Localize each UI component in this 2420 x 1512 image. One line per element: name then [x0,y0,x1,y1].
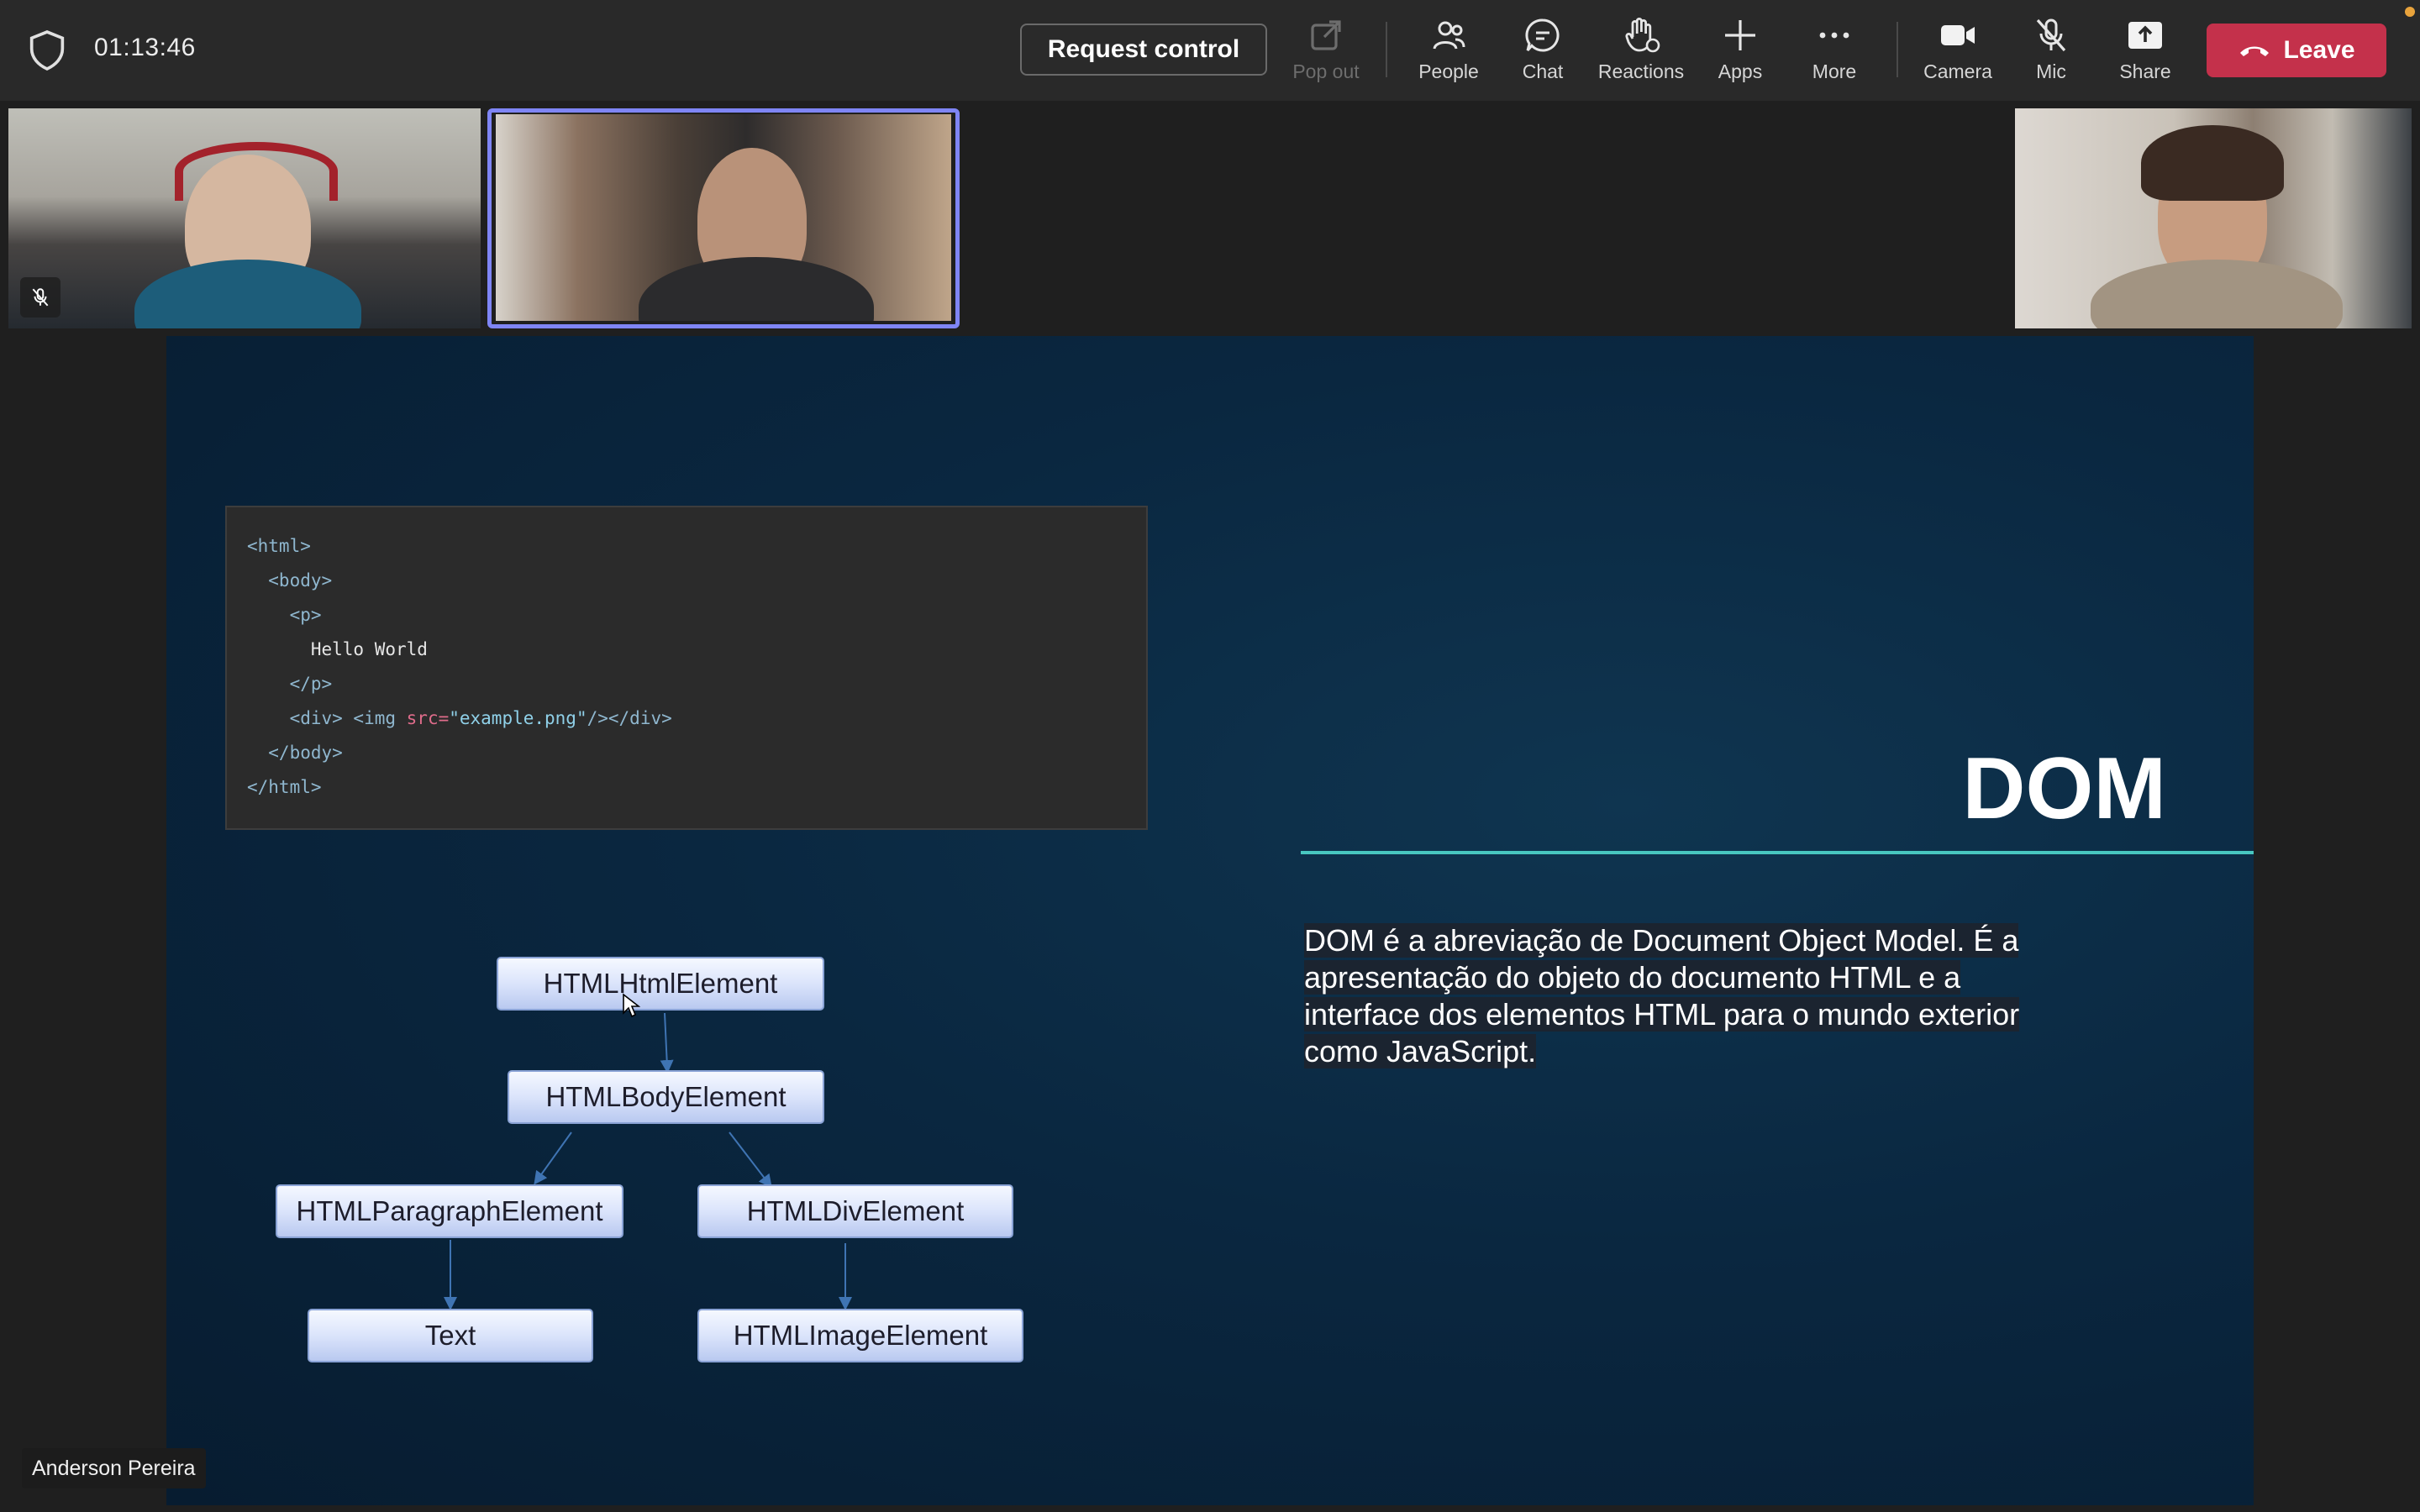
mic-off-icon [20,277,60,318]
shield-icon[interactable] [29,30,66,71]
slide-description-text: DOM é a abreviação de Document Object Mo… [1304,923,2020,1068]
tree-node-div: HTMLDivElement [697,1184,1013,1238]
popout-button[interactable]: Pop out [1280,15,1372,92]
participant-hair [2141,125,2284,201]
apps-button[interactable]: Apps [1694,15,1786,92]
shared-slide: <html> <body> <p> Hello World </p> <div>… [166,336,2254,1505]
popout-icon [1311,20,1341,50]
share-label: Share [2119,60,2171,82]
popout-label: Pop out [1292,60,1360,82]
edge-body-paragraph [534,1131,572,1185]
participant-shirt [2091,260,2343,328]
tree-node-html: HTMLHtmlElement [497,957,824,1011]
presenter-name-tag: Anderson Pereira [22,1448,206,1488]
slide-title: DOM [1962,740,2166,837]
slide-description: DOM é a abreviação de Document Object Mo… [1304,922,2060,1070]
meeting-toolbar: 01:13:46 Request control Pop out People … [0,0,2420,101]
recording-indicator [2405,7,2415,17]
participant-video[interactable] [8,108,481,328]
headphones-icon [175,142,338,201]
reactions-label: Reactions [1597,60,1685,82]
apps-label: Apps [1718,60,1763,82]
toolbar-divider [1386,22,1387,77]
reactions-button[interactable]: Reactions [1595,15,1687,92]
people-icon [1433,21,1465,50]
chat-icon [1525,18,1560,52]
hang-up-icon [2240,46,2270,56]
meeting-timer: 01:13:46 [94,34,196,61]
leave-label: Leave [2283,36,2355,64]
title-underline [1301,851,2254,854]
raise-hand-icon [1625,18,1660,53]
more-label: More [1812,60,1857,82]
share-icon [2128,22,2162,49]
active-speaker-frame [487,108,960,328]
mouse-cursor-icon [623,993,640,1018]
tree-node-paragraph: HTMLParagraphElement [276,1184,623,1238]
mic-label: Mic [2036,60,2066,82]
tree-node-body: HTMLBodyElement [508,1070,824,1124]
participant-shirt [134,260,361,328]
camera-button[interactable]: Camera [1912,15,2004,92]
camera-icon [1941,25,1975,45]
participant-video[interactable] [2015,108,2412,328]
request-control-button[interactable]: Request control [1020,24,1267,76]
tree-node-image: HTMLImageElement [697,1309,1023,1362]
people-label: People [1418,60,1479,82]
tree-node-text: Text [308,1309,593,1362]
more-button[interactable]: More [1788,15,1881,92]
camera-label: Camera [1923,60,1992,82]
more-icon [1819,32,1849,39]
mic-button[interactable]: Mic [2005,15,2097,92]
edge-body-div [729,1131,772,1189]
edge-html-body [660,1012,674,1074]
chat-label: Chat [1522,60,1564,82]
leave-button[interactable]: Leave [2207,24,2386,77]
people-button[interactable]: People [1402,15,1495,92]
toolbar-divider [1897,22,1898,77]
chat-button[interactable]: Chat [1497,15,1589,92]
plus-icon [1725,20,1755,50]
share-button[interactable]: Share [2099,15,2191,92]
mic-off-icon [2036,18,2066,52]
